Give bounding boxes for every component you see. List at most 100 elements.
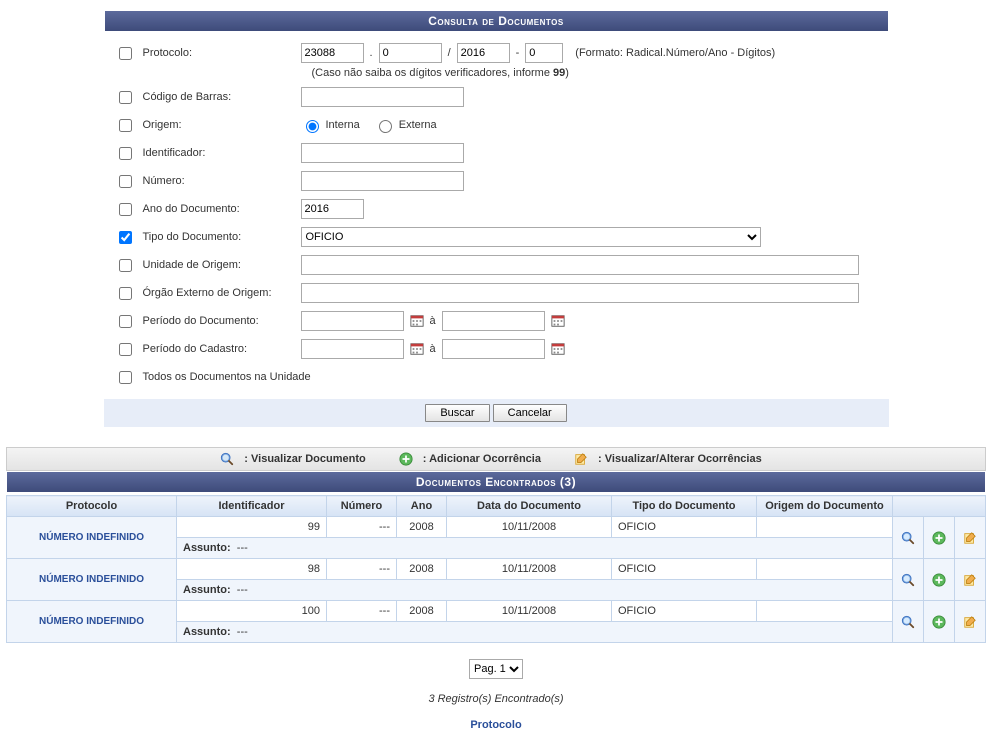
unidade-label: Unidade de Origem: [143,259,241,271]
ano-input[interactable] [301,199,364,219]
cell-data: 10/11/2008 [447,601,612,622]
cell-assunto: Assunto: --- [177,580,893,601]
origem-interna-label: Interna [326,119,360,131]
calendar-icon[interactable] [551,342,565,356]
edit-icon[interactable] [963,615,977,629]
tipo-label: Tipo do Documento: [143,231,242,243]
page-select[interactable]: Pag. 1 [469,659,523,679]
ano-label: Ano do Documento: [143,203,240,215]
ano-checkbox[interactable] [119,203,132,216]
edit-icon[interactable] [963,531,977,545]
cell-protocolo[interactable]: NÚMERO INDEFINIDO [7,517,177,559]
origem-label: Origem: [143,119,182,131]
protocolo-hint: (Caso não saiba os dígitos verificadores… [115,67,878,83]
identificador-input[interactable] [301,143,464,163]
table-row: NÚMERO INDEFINIDO99---200810/11/2008OFIC… [7,517,986,538]
codigo-checkbox[interactable] [119,91,132,104]
origem-externa-label: Externa [399,119,437,131]
cell-ano: 2008 [397,559,447,580]
cell-data: 10/11/2008 [447,559,612,580]
calendar-icon[interactable] [410,342,424,356]
calendar-icon[interactable] [410,314,424,328]
protocolo-format: (Formato: Radical.Número/Ano - Dígitos) [575,47,775,59]
cell-assunto: Assunto: --- [177,538,893,559]
cell-protocolo[interactable]: NÚMERO INDEFINIDO [7,601,177,643]
edit-icon [574,452,588,466]
percad-from[interactable] [301,339,404,359]
unidade-checkbox[interactable] [119,259,132,272]
perdoc-checkbox[interactable] [119,315,132,328]
percad-checkbox[interactable] [119,343,132,356]
percad-sep: à [430,343,436,355]
orgao-input[interactable] [301,283,859,303]
cell-assunto: Assunto: --- [177,622,893,643]
identificador-label: Identificador: [143,147,206,159]
protocolo-radical[interactable] [301,43,364,63]
th-protocolo: Protocolo [7,496,177,517]
view-icon[interactable] [901,531,915,545]
origem-externa-radio[interactable] [379,120,392,133]
cell-origem [757,601,893,622]
numero-input[interactable] [301,171,464,191]
percad-to[interactable] [442,339,545,359]
numero-checkbox[interactable] [119,175,132,188]
protocolo-numero[interactable] [379,43,442,63]
footer-protocolo-link[interactable]: Protocolo [6,719,986,731]
th-tipo: Tipo do Documento [612,496,757,517]
cancelar-button[interactable]: Cancelar [493,404,567,422]
edit-icon[interactable] [963,573,977,587]
th-identificador: Identificador [177,496,327,517]
cell-identificador: 99 [177,517,327,538]
unidade-input[interactable] [301,255,859,275]
protocolo-checkbox[interactable] [119,47,132,60]
view-icon[interactable] [901,615,915,629]
th-data: Data do Documento [447,496,612,517]
cell-numero: --- [327,559,397,580]
percad-label: Período do Cadastro: [143,343,248,355]
perdoc-sep: à [430,315,436,327]
tipo-select[interactable]: OFICIO [301,227,761,247]
cell-data: 10/11/2008 [447,517,612,538]
th-ano: Ano [397,496,447,517]
orgao-checkbox[interactable] [119,287,132,300]
add-icon[interactable] [932,531,946,545]
legend-bar: : Visualizar Documento : Adicionar Ocorr… [6,447,986,471]
magnifier-icon [220,452,234,466]
cell-protocolo[interactable]: NÚMERO INDEFINIDO [7,559,177,601]
tipo-checkbox[interactable] [119,231,132,244]
codigo-input[interactable] [301,87,464,107]
plus-icon [399,452,413,466]
cell-ano: 2008 [397,601,447,622]
cell-tipo: OFICIO [612,559,757,580]
numero-label: Número: [143,175,185,187]
cell-numero: --- [327,601,397,622]
cell-tipo: OFICIO [612,517,757,538]
calendar-icon[interactable] [551,314,565,328]
codigo-label: Código de Barras: [143,91,232,103]
cell-identificador: 100 [177,601,327,622]
orgao-label: Órgão Externo de Origem: [143,287,272,299]
cell-origem [757,517,893,538]
protocolo-label: Protocolo: [143,47,193,59]
origem-checkbox[interactable] [119,119,132,132]
cell-ano: 2008 [397,517,447,538]
records-found: 3 Registro(s) Encontrado(s) [6,693,986,705]
view-icon[interactable] [901,573,915,587]
form-title: Consulta de Documentos [104,10,889,32]
perdoc-to[interactable] [442,311,545,331]
protocolo-digitos[interactable] [525,43,563,63]
perdoc-label: Período do Documento: [143,315,259,327]
results-title: Documentos Encontrados (3) [6,471,986,493]
table-row: NÚMERO INDEFINIDO98---200810/11/2008OFIC… [7,559,986,580]
add-icon[interactable] [932,615,946,629]
add-icon[interactable] [932,573,946,587]
perdoc-from[interactable] [301,311,404,331]
identificador-checkbox[interactable] [119,147,132,160]
cell-tipo: OFICIO [612,601,757,622]
table-row: NÚMERO INDEFINIDO100---200810/11/2008OFI… [7,601,986,622]
th-numero: Número [327,496,397,517]
todos-checkbox[interactable] [119,371,132,384]
protocolo-ano[interactable] [457,43,510,63]
buscar-button[interactable]: Buscar [425,404,489,422]
origem-interna-radio[interactable] [306,120,319,133]
